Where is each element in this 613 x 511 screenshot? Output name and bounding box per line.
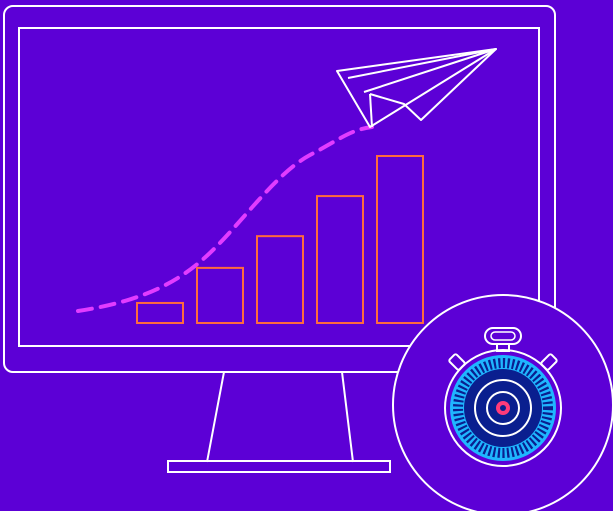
bar-chart-icon [136,155,424,325]
chart-bar [316,195,364,324]
monitor-screen [18,27,540,347]
performance-illustration [3,5,613,511]
dashed-trend-line-icon [76,125,374,313]
stopwatch-icon [392,294,613,511]
chart-bar [196,266,244,325]
monitor-stand [206,371,354,463]
chart-bar [256,235,304,324]
monitor-base [167,460,391,473]
paper-plane-icon [336,48,497,128]
chart-bar [136,301,184,324]
chart-bar [376,155,424,324]
